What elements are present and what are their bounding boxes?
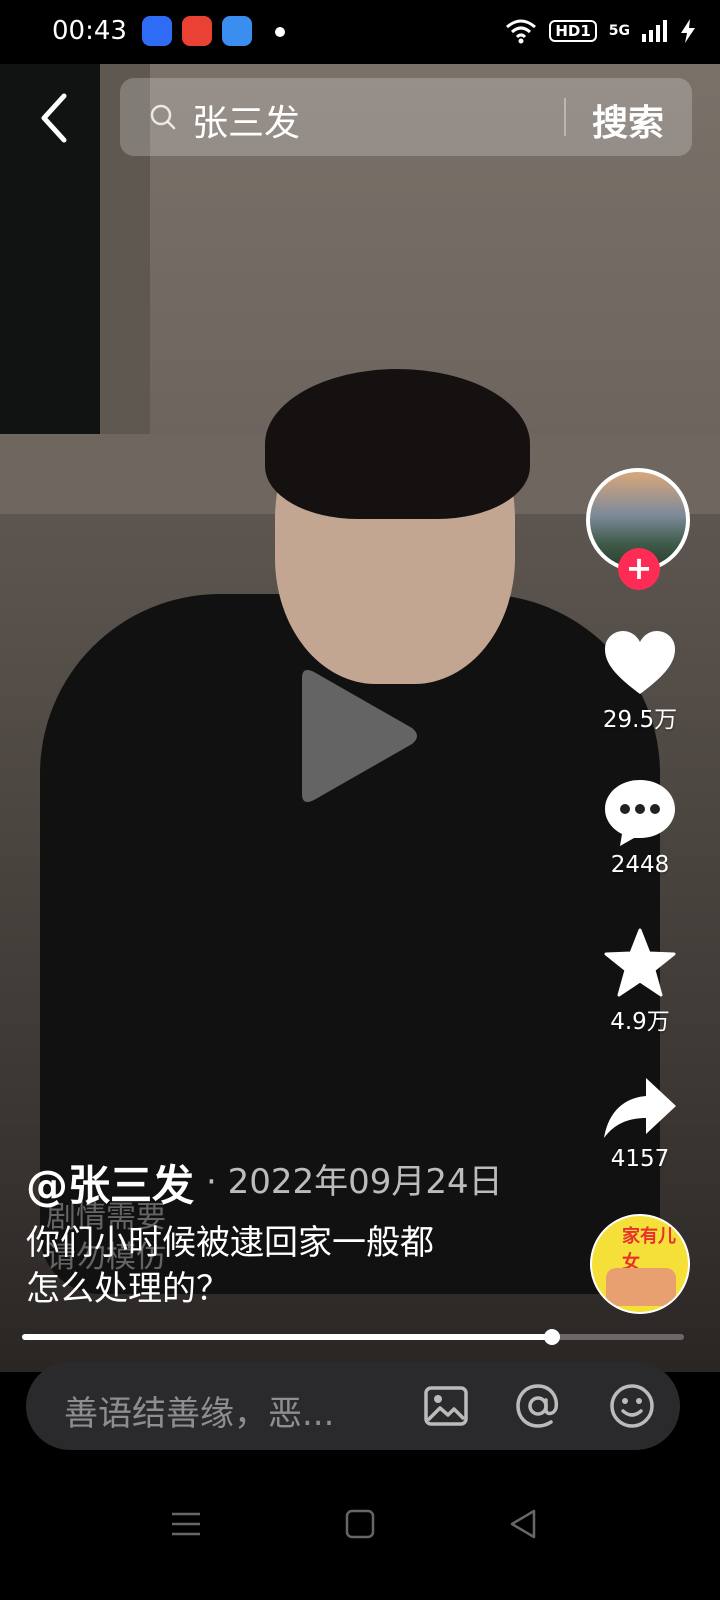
author-name-link[interactable]: @张三发 — [26, 1152, 194, 1213]
play-icon[interactable] — [292, 666, 422, 806]
like-count: 29.5万 — [602, 707, 678, 733]
video-person-hair — [265, 369, 530, 519]
post-date: · 2022年09月24日 — [206, 1162, 503, 1202]
home-square-icon[interactable] — [340, 1504, 380, 1544]
comment-input[interactable]: 善语结善缘，恶... — [64, 1386, 334, 1435]
news-app-icon — [182, 16, 212, 46]
back-button[interactable] — [34, 92, 78, 144]
baidu-app-icon — [142, 16, 172, 46]
status-time: 00:43 — [52, 16, 127, 46]
search-button[interactable]: 搜索 — [592, 94, 664, 146]
menu-icon[interactable] — [166, 1504, 206, 1544]
music-disc-artwork — [606, 1268, 676, 1306]
comment-bubble-icon — [605, 780, 675, 846]
video-progress-handle[interactable] — [543, 1329, 560, 1345]
network-label: 5G — [608, 23, 630, 39]
follow-plus-icon[interactable]: + — [618, 548, 660, 590]
charging-icon — [681, 19, 695, 43]
signal-icon — [642, 20, 667, 42]
share-button[interactable]: 4157 — [590, 1076, 690, 1172]
author-avatar-button[interactable]: + — [586, 468, 690, 590]
search-bar[interactable]: 张三发 搜索 — [120, 78, 692, 156]
share-arrow-icon — [604, 1078, 676, 1138]
system-status-icons: HD1 5G — [505, 18, 696, 44]
chevron-left-icon — [41, 93, 67, 143]
video-progress-fill — [22, 1334, 552, 1340]
favorite-count: 4.9万 — [610, 1009, 670, 1035]
share-count: 4157 — [610, 1146, 670, 1172]
back-triangle-icon[interactable] — [504, 1504, 544, 1544]
system-nav-bar — [0, 1460, 720, 1600]
comment-input-bar[interactable]: 善语结善缘，恶... — [26, 1362, 680, 1450]
favorite-button[interactable]: 4.9万 — [590, 928, 690, 1036]
search-divider — [564, 98, 566, 136]
heart-icon — [605, 631, 675, 694]
comment-count: 2448 — [610, 852, 670, 878]
star-icon — [604, 928, 676, 997]
image-icon[interactable] — [422, 1382, 470, 1430]
search-input[interactable]: 张三发 — [192, 94, 300, 146]
caption-line: 怎么处理的？ — [26, 1269, 230, 1309]
mention-icon[interactable] — [514, 1382, 562, 1430]
comment-button[interactable]: 2448 — [590, 778, 690, 878]
more-notifications-dot — [275, 27, 285, 37]
music-disc-title: 家有儿女 — [622, 1226, 676, 1273]
wifi-icon — [506, 19, 537, 44]
weather-app-icon — [222, 16, 252, 46]
like-button[interactable]: 29.5万 — [590, 630, 690, 734]
search-icon — [150, 104, 176, 130]
notification-icons — [142, 16, 252, 46]
video-caption[interactable]: 你们小时候被逮回家一般都 怎么处理的？ — [26, 1220, 506, 1312]
music-disc-button[interactable]: 家有儿女 — [590, 1214, 690, 1314]
hd-badge: HD1 — [549, 20, 597, 42]
video-progress-bar[interactable] — [22, 1329, 684, 1345]
caption-line: 你们小时候被逮回家一般都 — [26, 1223, 434, 1263]
emoji-icon[interactable] — [608, 1382, 656, 1430]
status-bar: 00:43 HD1 5G — [0, 0, 720, 64]
